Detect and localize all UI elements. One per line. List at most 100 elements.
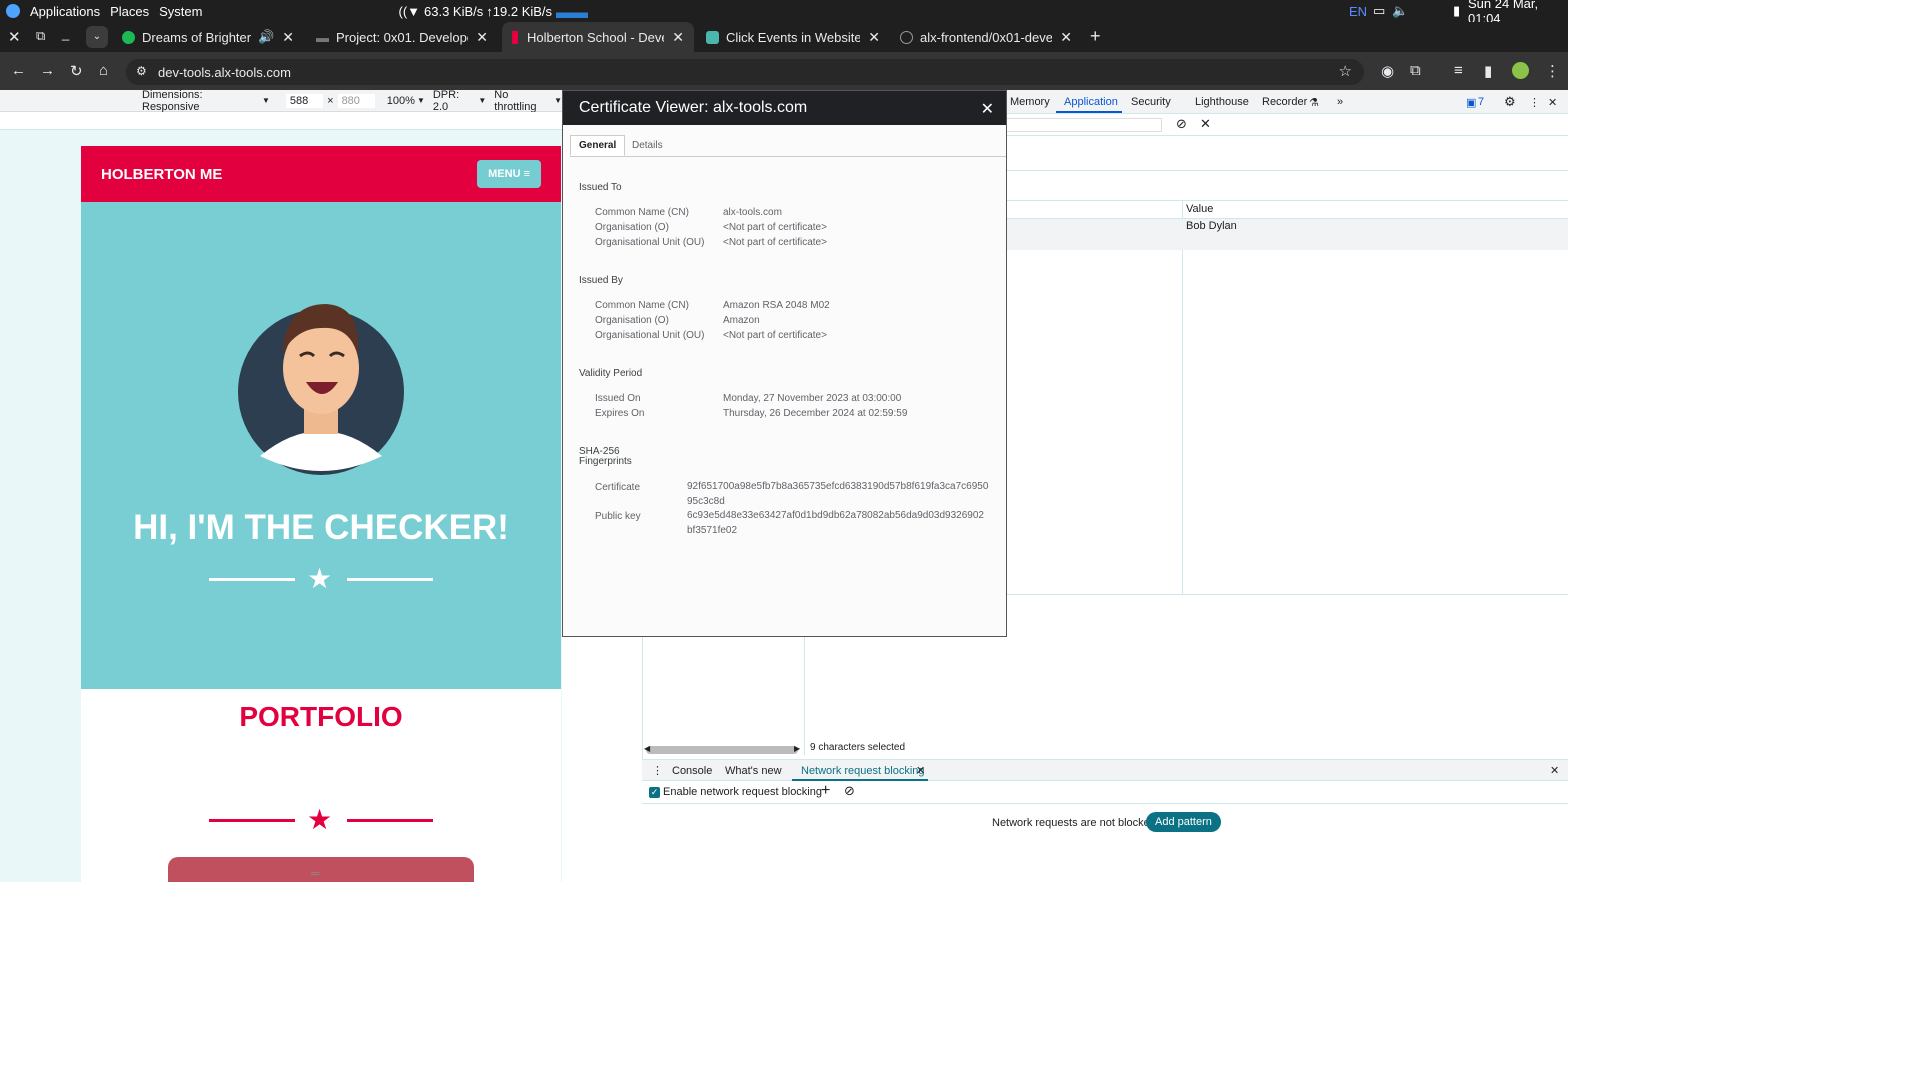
add-icon[interactable]: + (821, 782, 830, 800)
tab-recorder[interactable]: Recorder (1262, 96, 1307, 108)
toolbar-divider (1006, 170, 1568, 171)
star-icon: ★ (307, 563, 333, 594)
tab-close-icon[interactable]: ✕ (1060, 29, 1072, 46)
dpr-select[interactable]: DPR: 2.0 (433, 89, 477, 113)
tab-close-icon[interactable]: ✕ (868, 29, 880, 46)
issues-icon[interactable]: ▣ (1466, 96, 1476, 109)
close-icon[interactable]: ✕ (981, 99, 994, 119)
minimize-window-icon[interactable]: _ (62, 26, 69, 41)
lang-indicator[interactable]: EN (1349, 4, 1367, 19)
tab-general[interactable]: General (570, 135, 626, 156)
drawer-tab-whats-new[interactable]: What's new (725, 765, 782, 777)
tab-project[interactable]: ▬ Project: 0x01. Developer ✕ (306, 22, 498, 52)
field-value: alx-tools.com (723, 207, 782, 218)
tab-close-icon[interactable]: ✕ (476, 29, 488, 46)
height-input[interactable]: 880 (337, 93, 375, 108)
dialog-title: Certificate Viewer: alx-tools.com (579, 99, 808, 116)
scroll-left-icon[interactable]: ◀ (644, 744, 650, 753)
dimensions-select[interactable]: Dimensions: Responsive (142, 89, 260, 113)
profile-avatar[interactable] (1512, 62, 1529, 79)
active-tab-indicator (792, 779, 928, 781)
tab-close-icon[interactable]: ✕ (672, 29, 684, 46)
horizontal-scrollbar[interactable] (646, 746, 798, 754)
tab-title: alx-frontend/0x01-devel (920, 29, 1053, 45)
scroll-right-icon[interactable]: ▶ (794, 744, 800, 753)
clear-patterns-icon[interactable]: ⊘ (844, 783, 855, 799)
close-drawer-icon[interactable]: ✕ (1550, 764, 1559, 777)
url-text: dev-tools.alx-tools.com (158, 64, 291, 80)
certificate-viewer-dialog: Certificate Viewer: alx-tools.com ✕ Gene… (562, 90, 1007, 637)
toolbar-divider (1006, 135, 1568, 136)
bookmark-star-icon[interactable]: ☆ (1339, 62, 1352, 80)
enable-blocking-checkbox[interactable]: ✓ (649, 787, 660, 798)
field-label: Organisational Unit (OU) (595, 237, 705, 248)
new-tab-icon[interactable]: + (1090, 26, 1101, 47)
tab-title: Holberton School - Deve (527, 29, 665, 45)
system-menu[interactable]: System (159, 4, 202, 19)
field-label: Issued On (595, 393, 641, 404)
throttle-select[interactable]: No throttling (494, 89, 552, 113)
devtools-menu-icon[interactable]: ⋮ (1529, 96, 1540, 109)
tab-security[interactable]: Security (1131, 96, 1171, 108)
alx-icon: ▬ (316, 29, 329, 45)
volume-icon[interactable]: 🔈 (1392, 3, 1408, 19)
tab-close-icon[interactable]: ✕ (282, 29, 294, 46)
forward-icon[interactable]: → (40, 62, 55, 79)
browser-menu-icon[interactable]: ⋮ (1545, 62, 1560, 80)
applications-menu[interactable]: Applications (30, 4, 100, 19)
enable-blocking-label[interactable]: Enable network request blocking (663, 786, 822, 798)
home-icon[interactable]: ⌂ (99, 62, 108, 79)
add-pattern-button[interactable]: Add pattern (1146, 812, 1221, 832)
zoom-select[interactable]: 100% (387, 95, 415, 107)
resize-handle-icon[interactable]: ═ (311, 866, 320, 880)
site-brand[interactable]: HOLBERTON ME (101, 166, 222, 183)
value-column-header[interactable]: Value (1186, 203, 1213, 215)
delete-icon[interactable]: ✕ (1200, 116, 1211, 132)
tab-holberton[interactable]: Holberton School - Deve ✕ (502, 22, 694, 52)
reload-icon[interactable]: ↻ (70, 62, 83, 80)
tab-memory[interactable]: Memory (1010, 96, 1050, 108)
side-panel-icon[interactable]: ▮ (1484, 62, 1492, 80)
drawer-tab-network-request-blocking[interactable]: Network request blocking (801, 765, 925, 777)
tab-details[interactable]: Details (632, 140, 663, 151)
portfolio-divider-left (209, 819, 295, 822)
close-tab-icon[interactable]: ✕ (916, 764, 925, 777)
drawer-menu-icon[interactable]: ⋮ (652, 764, 663, 777)
address-bar[interactable]: ⚙ dev-tools.alx-tools.com ☆ (126, 59, 1364, 85)
value-column-divider (1182, 201, 1183, 595)
issues-count[interactable]: 7 (1478, 96, 1484, 108)
places-menu[interactable]: Places (110, 4, 149, 19)
tab-search-icon[interactable]: ⌄ (86, 26, 108, 48)
drawer-tab-console[interactable]: Console (672, 765, 712, 777)
portfolio-heading: PORTFOLIO (239, 701, 403, 732)
hero-divider-left (209, 578, 295, 581)
tab-application[interactable]: Application (1064, 96, 1118, 108)
media-query-ruler[interactable] (0, 112, 562, 130)
restore-window-icon[interactable]: ⧉ (36, 28, 45, 44)
media-controls-icon[interactable]: ≡ (1454, 62, 1463, 79)
table-row[interactable] (1006, 218, 1568, 250)
more-tabs-icon[interactable]: » (1337, 96, 1343, 108)
close-window-icon[interactable]: ✕ (8, 28, 21, 46)
filter-input[interactable] (1006, 118, 1162, 132)
tab-spotify[interactable]: Dreams of Brighter D 🔊 ✕ (112, 22, 304, 52)
chevron-down-icon: ▼ (554, 96, 562, 105)
tab-lighthouse[interactable]: Lighthouse (1195, 96, 1249, 108)
close-devtools-icon[interactable]: ✕ (1548, 96, 1557, 109)
table-cell-value[interactable]: Bob Dylan (1186, 220, 1237, 232)
site-info-icon[interactable]: ⚙ (136, 64, 147, 78)
back-icon[interactable]: ← (11, 62, 26, 79)
extension-icon[interactable]: ◉ (1381, 62, 1394, 80)
width-input[interactable]: 588 (285, 93, 324, 108)
settings-gear-icon[interactable]: ⚙ (1504, 94, 1516, 110)
extensions-puzzle-icon[interactable]: ⧉ (1410, 62, 1421, 79)
storage-table: Value Bob Dylan (1006, 200, 1568, 595)
menu-button[interactable]: MENU ≡ (477, 160, 541, 188)
dialog-tabs: General Details (570, 135, 1006, 157)
device-viewport: HOLBERTON ME MENU ≡ HI, I'M THE CHECKER!… (0, 130, 573, 882)
field-label: Common Name (CN) (595, 207, 689, 218)
tab-github[interactable]: alx-frontend/0x01-devel ✕ (890, 22, 1082, 52)
distro-logo-icon[interactable] (6, 4, 20, 18)
clear-icon[interactable]: ⊘ (1176, 116, 1187, 132)
tab-click-events[interactable]: Click Events in Websites ✕ (696, 22, 890, 52)
